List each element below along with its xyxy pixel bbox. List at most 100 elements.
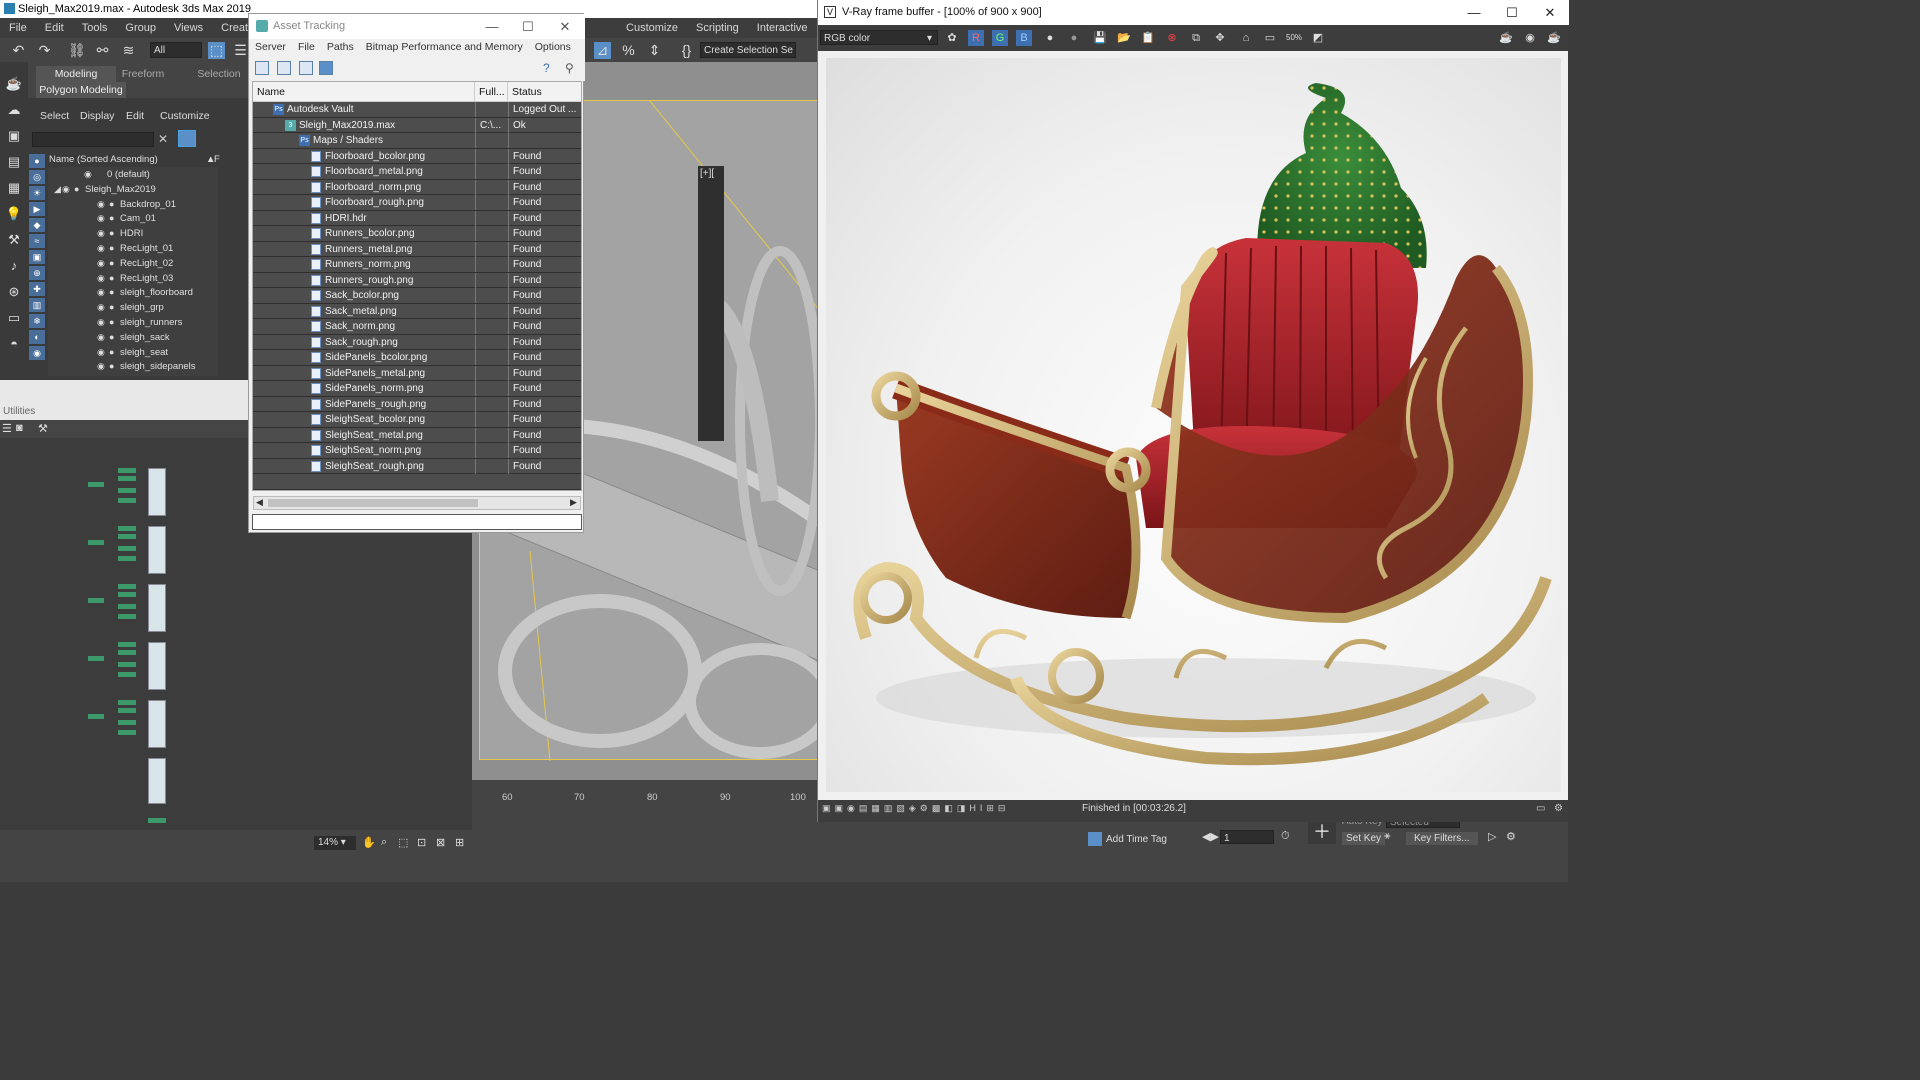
add-time-tag-button[interactable]: Add Time Tag bbox=[1106, 834, 1167, 845]
map-node[interactable] bbox=[118, 662, 136, 667]
vray-close-icon[interactable]: ✕ bbox=[1532, 0, 1568, 25]
vray-minimize-icon[interactable]: — bbox=[1456, 0, 1492, 25]
asset-path-field[interactable] bbox=[252, 514, 582, 530]
snap-toggle-icon[interactable]: ⊿ bbox=[594, 42, 611, 59]
light-icon[interactable]: 💡 bbox=[5, 206, 23, 222]
asset-row[interactable]: SidePanels_norm.png Found bbox=[253, 381, 581, 397]
play-icon[interactable]: ▷ bbox=[1488, 830, 1496, 843]
menu-interactive[interactable]: Interactive bbox=[748, 18, 817, 38]
interactive-render-icon[interactable]: ◉ bbox=[1522, 30, 1538, 46]
scrollbar-thumb[interactable] bbox=[268, 499, 478, 507]
scene-row[interactable]: ◉ ● sleigh_sidepanels bbox=[48, 359, 218, 374]
map-node[interactable] bbox=[118, 526, 136, 531]
key-tangent-icon[interactable]: ⚹ bbox=[1384, 830, 1391, 843]
menu-tools[interactable]: Tools bbox=[73, 18, 117, 38]
bind-space-warp-icon[interactable]: ≋ bbox=[120, 42, 137, 59]
visibility-eye-icon[interactable]: ◉ bbox=[97, 359, 105, 374]
visibility-eye-icon[interactable]: ◉ bbox=[97, 345, 105, 360]
menu-customize[interactable]: Customize bbox=[617, 18, 687, 38]
scene-list-header[interactable]: Name (Sorted Ascending) ▲ F bbox=[48, 152, 220, 167]
map-node[interactable] bbox=[118, 604, 136, 609]
scene-row[interactable]: ◉ ● sleigh_grp bbox=[48, 300, 218, 315]
vray-bottom-icons[interactable]: ▣▣◉▤▦▥▧◈⚙▩◧◨HI⊞⊟ bbox=[822, 803, 1066, 817]
scene-tab-select[interactable]: Select bbox=[40, 110, 69, 122]
map-node[interactable] bbox=[88, 540, 104, 545]
tab-selection[interactable]: Selection bbox=[194, 66, 244, 82]
redo-icon[interactable]: ↷ bbox=[36, 42, 53, 59]
blue-channel-icon[interactable]: B bbox=[1016, 30, 1032, 46]
asset-row[interactable]: Sack_norm.png Found bbox=[253, 319, 581, 335]
select-by-name-icon[interactable]: ☰ bbox=[232, 42, 249, 59]
camera-icon[interactable]: ◙ bbox=[16, 422, 23, 434]
time-ruler[interactable]: 60 70 80 90 100 bbox=[472, 780, 820, 804]
material-node[interactable] bbox=[148, 642, 166, 690]
filter-containers-icon[interactable]: ▥ bbox=[29, 298, 45, 312]
history-icon[interactable]: ⧉ bbox=[1188, 30, 1204, 46]
dome-icon[interactable]: ◓ bbox=[5, 336, 23, 352]
map-node[interactable] bbox=[118, 614, 136, 619]
asset-row[interactable]: Floorboard_norm.png Found bbox=[253, 179, 581, 195]
map-node[interactable] bbox=[118, 700, 136, 705]
key-mode-toggle-icon[interactable]: ◀▶ bbox=[1202, 830, 1219, 843]
material-node[interactable] bbox=[148, 526, 166, 574]
visibility-eye-icon[interactable]: ◉ bbox=[84, 167, 92, 182]
list-view-icon[interactable]: ☰ bbox=[2, 422, 12, 435]
refresh-icon[interactable] bbox=[255, 61, 269, 75]
filter-shapes-icon[interactable]: ◎ bbox=[29, 170, 45, 184]
asset-menu-file[interactable]: File bbox=[292, 39, 321, 57]
visibility-eye-icon[interactable]: ◉ bbox=[97, 315, 105, 330]
asset-row[interactable]: Floorboard_bcolor.png Found bbox=[253, 148, 581, 164]
asset-menu-options[interactable]: Options bbox=[529, 39, 577, 57]
clipboard-icon[interactable]: 📋 bbox=[1140, 30, 1156, 46]
render-canvas[interactable] bbox=[826, 58, 1561, 792]
asset-row[interactable]: Sack_metal.png Found bbox=[253, 303, 581, 319]
map-node[interactable] bbox=[118, 498, 136, 503]
map-node[interactable] bbox=[118, 546, 136, 551]
window-icon[interactable]: ▭ bbox=[5, 310, 23, 326]
expand-arrow-icon[interactable]: ◢ bbox=[54, 182, 61, 197]
scene-row[interactable]: ◉ ● RecLight_01 bbox=[48, 241, 218, 256]
vray-expand-icon[interactable]: ▭ bbox=[1536, 803, 1545, 814]
map-node[interactable] bbox=[118, 488, 136, 493]
scene-row[interactable]: ◉ ● Backdrop_01 bbox=[48, 197, 218, 212]
filter-xrefs-icon[interactable]: ⊕ bbox=[29, 266, 45, 280]
pin-icon[interactable]: ⚲ bbox=[565, 61, 574, 75]
visibility-eye-icon[interactable]: ◉ bbox=[97, 330, 105, 345]
menu-group[interactable]: Group bbox=[116, 18, 165, 38]
asset-horizontal-scrollbar[interactable]: ◀ ▶ bbox=[253, 496, 581, 510]
menu-file[interactable]: File bbox=[0, 18, 36, 38]
zoom-dropdown[interactable]: 14% ▾ bbox=[314, 836, 356, 850]
asset-row[interactable]: SleighSeat_metal.png Found bbox=[253, 427, 581, 443]
region-render-icon[interactable]: ⌂ bbox=[1238, 30, 1254, 46]
asset-row[interactable]: Runners_metal.png Found bbox=[253, 241, 581, 257]
mono-icon[interactable]: ● bbox=[1066, 30, 1082, 46]
map-node[interactable] bbox=[118, 642, 136, 647]
map-node[interactable] bbox=[118, 592, 136, 597]
gun-icon[interactable]: ⚒ bbox=[5, 232, 23, 248]
track-mouse-icon[interactable]: ✥ bbox=[1212, 30, 1228, 46]
asset-row[interactable]: SidePanels_rough.png Found bbox=[253, 396, 581, 412]
red-channel-icon[interactable]: R bbox=[968, 30, 984, 46]
render-icon[interactable]: ⊛ bbox=[5, 284, 23, 300]
ribbon-polygon-modeling[interactable]: Polygon Modeling bbox=[36, 82, 126, 98]
clear-image-icon[interactable]: ⊗ bbox=[1164, 30, 1180, 46]
scene-tab-display[interactable]: Display bbox=[80, 110, 114, 122]
edit-named-selection-icon[interactable]: {} bbox=[678, 42, 695, 59]
asset-row[interactable]: SleighSeat_bcolor.png Found bbox=[253, 412, 581, 428]
visibility-eye-icon[interactable]: ◉ bbox=[97, 300, 105, 315]
save-icon[interactable]: 💾 bbox=[1092, 30, 1108, 46]
scene-row[interactable]: ◉ 0 (default) bbox=[48, 167, 218, 182]
asset-menu-paths[interactable]: Paths bbox=[321, 39, 360, 57]
asset-row[interactable]: HDRI.hdr Found bbox=[253, 210, 581, 226]
asset-menu-server[interactable]: Server bbox=[249, 39, 292, 57]
asset-row[interactable]: Ps Maps / Shaders bbox=[253, 133, 581, 149]
vray-maximize-icon[interactable]: ☐ bbox=[1494, 0, 1530, 25]
list-icon[interactable] bbox=[277, 61, 291, 75]
map-node[interactable] bbox=[118, 650, 136, 655]
unlink-icon[interactable]: ⚯ bbox=[94, 42, 111, 59]
thumbnail-icon[interactable] bbox=[299, 61, 313, 75]
visibility-eye-icon[interactable]: ◉ bbox=[97, 226, 105, 241]
filter-helpers-icon[interactable]: ◆ bbox=[29, 218, 45, 232]
tool-icon[interactable]: ⚒ bbox=[38, 422, 48, 435]
visibility-eye-icon[interactable]: ◉ bbox=[62, 182, 70, 197]
